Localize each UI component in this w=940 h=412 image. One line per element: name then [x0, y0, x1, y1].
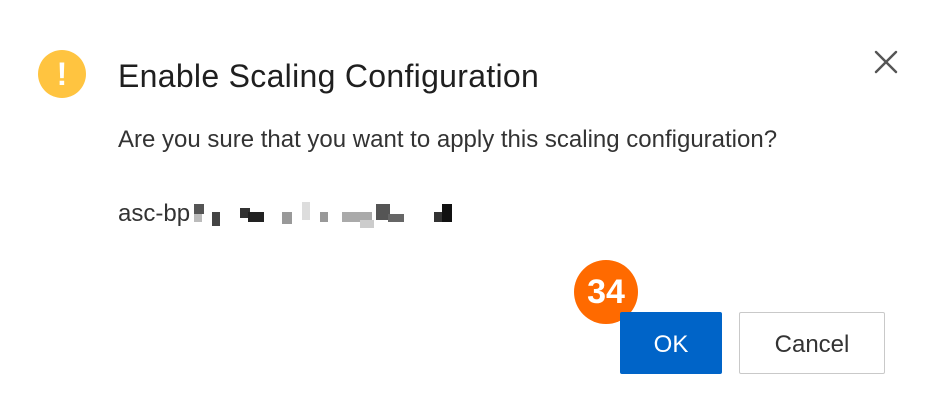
close-icon[interactable] [868, 44, 904, 80]
scaling-configuration-id-prefix: asc-bp [118, 200, 191, 227]
scaling-configuration-id: asc-bp [118, 196, 472, 232]
enable-scaling-configuration-dialog: ! Enable Scaling Configuration Are you s… [0, 0, 940, 412]
redacted-id-pixels [192, 202, 472, 228]
dialog-title: Enable Scaling Configuration [118, 58, 540, 94]
warning-icon: ! [38, 50, 86, 98]
confirmation-message: Are you sure that you want to apply this… [118, 126, 778, 153]
ok-button[interactable]: OK [620, 312, 722, 374]
cancel-button[interactable]: Cancel [739, 312, 885, 374]
